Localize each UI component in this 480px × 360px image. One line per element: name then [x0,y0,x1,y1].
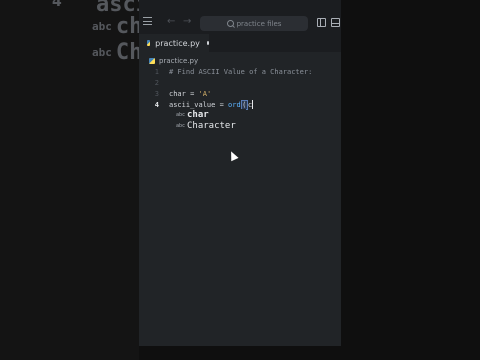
code-editor-window: ← → practice files practice.py practice.… [139,0,341,346]
suggestion-word: char [187,109,209,120]
tab-label: practice.py [155,38,200,48]
right-letterbox [341,0,480,360]
toggle-sidebar-icon[interactable] [317,18,326,27]
background-bleed: 4 ascii abc chai abc Chai [0,0,139,360]
text-caret [252,100,254,109]
search-icon [226,20,234,27]
variable-name: ascii_value [169,100,216,109]
bleed-line-number: 4 [52,0,62,10]
bracket-highlight: ( [240,99,248,110]
suggestion-item[interactable]: abc char [176,109,246,120]
code-line-2: 2 [139,77,341,88]
suggestion-item[interactable]: abc Character [176,120,246,131]
bleed-suggestion-1: abc chai [92,14,139,39]
menu-icon[interactable] [143,17,152,25]
text-kind-icon: abc [176,122,186,129]
line-number: 1 [154,67,159,76]
operator: = [185,89,199,98]
autocomplete-popup: abc char abc Character [176,109,246,131]
python-file-icon [149,58,155,64]
tab-practice-py[interactable]: practice.py [139,34,209,52]
search-placeholder: practice files [236,19,282,28]
variable-name: char [169,89,186,98]
unsaved-dot-icon[interactable] [206,41,209,45]
function-name: ord [228,100,241,109]
bleed-suggestion-2: abc Chai [92,40,139,65]
line-number: 2 [154,78,159,87]
line-number-active: 4 [154,100,159,109]
arrow-right-icon[interactable]: → [183,16,191,27]
operator: = [215,100,229,109]
line-number: 3 [154,89,159,98]
suggestion-word: Character [187,120,236,131]
search-input[interactable]: practice files [200,16,308,31]
text-kind-icon: abc [176,111,186,118]
string-literal: 'A' [198,89,212,98]
arrow-left-icon[interactable]: ← [167,16,175,27]
tab-bar: practice.py [139,34,341,52]
python-file-icon [147,40,151,46]
comment-text: # Find ASCII Value of a Character: [169,67,313,76]
code-line-3: 3 char = 'A' [139,88,341,99]
breadcrumb-label: practice.py [159,57,199,65]
title-bar: ← → practice files [139,0,341,34]
toggle-panel-icon[interactable] [331,18,340,27]
code-line-1: 1 # Find ASCII Value of a Character: [139,66,341,77]
